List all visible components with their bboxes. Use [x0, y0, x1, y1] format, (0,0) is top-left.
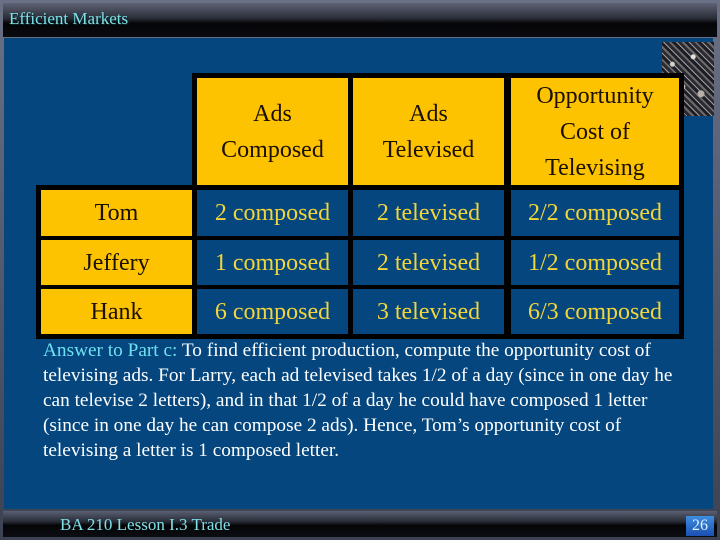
row-name: Tom — [41, 190, 192, 236]
cell-composed: 1 composed — [197, 240, 348, 285]
slide-title: Efficient Markets — [9, 9, 129, 28]
header-opportunity-cost: Opportunity Cost of Televising — [511, 78, 679, 185]
footer-course-label: BA 210 Lesson I.3 Trade — [60, 515, 231, 534]
answer-paragraph: Answer to Part c: To find efficient prod… — [43, 338, 683, 463]
header-line: Televised — [382, 136, 475, 163]
header-line: Ads — [409, 100, 448, 127]
row-name: Jeffery — [41, 240, 192, 285]
row-name: Hank — [41, 289, 192, 334]
header-line: Cost of — [559, 118, 630, 145]
cell-composed: 6 composed — [197, 289, 348, 334]
cell-televised: 3 televised — [353, 289, 504, 334]
header-ads-televised: Ads Televised — [353, 78, 504, 185]
cell-composed: 2 composed — [197, 190, 348, 236]
cell-televised: 2 televised — [353, 240, 504, 285]
cell-televised: 2 televised — [353, 190, 504, 236]
answer-lead: Answer to Part c: — [43, 340, 178, 361]
header-line: Ads — [253, 100, 292, 127]
header-line: Opportunity — [536, 82, 654, 109]
header-line: Composed — [221, 136, 324, 163]
opportunity-cost-table: Ads Composed Ads Televised Opportunity Cost… — [36, 73, 684, 339]
header-line: Televising — [545, 154, 645, 181]
page-number: 26 — [686, 516, 714, 536]
cell-opp-cost: 6/3 composed — [511, 289, 679, 334]
title-bar: Efficient Markets — [3, 3, 717, 37]
cell-opp-cost: 1/2 composed — [511, 240, 679, 285]
cell-opp-cost: 2/2 composed — [511, 190, 679, 236]
header-ads-composed: Ads Composed — [197, 78, 348, 185]
